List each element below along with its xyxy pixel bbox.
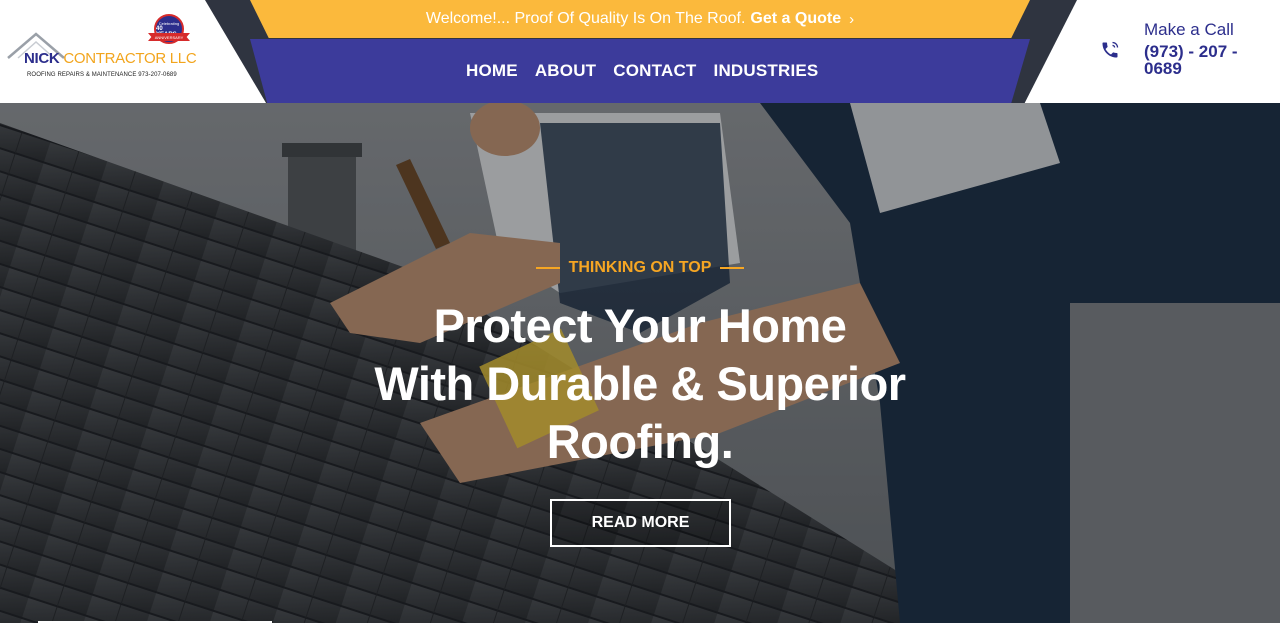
headline-line-2: With Durable & Superior — [374, 357, 906, 410]
call-widget[interactable]: Make a Call (973) - 207 - 0689 — [1100, 18, 1275, 88]
hero-eyebrow: THINKING ON TOP — [0, 259, 1280, 277]
headline-line-1: Protect Your Home — [433, 299, 847, 352]
phone-number-link[interactable]: (973) - 207 - 0689 — [1144, 43, 1274, 77]
logo-brand-first: NICK — [24, 50, 60, 67]
site-logo[interactable]: NICK CONTRACTOR LLC ROOFING REPAIRS & MA… — [6, 14, 202, 86]
eyebrow-line-left — [535, 267, 560, 269]
nav-item-home[interactable]: HOME — [466, 61, 518, 81]
hero-content: THINKING ON TOP Protect Your Home With D… — [0, 103, 1280, 623]
phone-icon — [1102, 41, 1119, 58]
eyebrow-line-right — [720, 267, 745, 269]
headline-line-3: Roofing. — [546, 415, 734, 468]
hero-section: THINKING ON TOP Protect Your Home With D… — [0, 103, 1280, 623]
call-label: Make a Call — [1144, 20, 1234, 39]
nav-item-contact[interactable]: CONTACT — [613, 61, 696, 81]
get-a-quote-link[interactable]: Get a Quote — [750, 10, 841, 28]
welcome-bar: Welcome!... Proof Of Quality Is On The R… — [250, 0, 1030, 38]
main-nav: HOME ABOUT CONTACT INDUSTRIES — [250, 39, 1030, 103]
nav-item-industries[interactable]: INDUSTRIES — [714, 61, 819, 81]
hero-headline: Protect Your Home With Durable & Superio… — [290, 297, 990, 471]
logo-brand-rest: CONTRACTOR LLC — [59, 50, 197, 67]
logo-tagline: ROOFING REPAIRS & MAINTENANCE 973-207-06… — [27, 72, 177, 78]
read-more-button[interactable]: READ MORE — [550, 499, 731, 547]
welcome-text: Welcome!... Proof Of Quality Is On The R… — [425, 10, 746, 27]
badge-ribbon: ANNIVERSARY — [148, 33, 190, 41]
site-header: Welcome!... Proof Of Quality Is On The R… — [0, 0, 1280, 103]
eyebrow-text: THINKING ON TOP — [568, 259, 712, 276]
nav-item-about[interactable]: ABOUT — [535, 61, 596, 81]
chevron-right-icon[interactable]: › — [849, 11, 854, 28]
anniversary-badge: Celebrating 40 YEARS ANNIVERSARY — [148, 14, 190, 50]
logo-wordmark: NICK CONTRACTOR LLC — [24, 50, 197, 67]
